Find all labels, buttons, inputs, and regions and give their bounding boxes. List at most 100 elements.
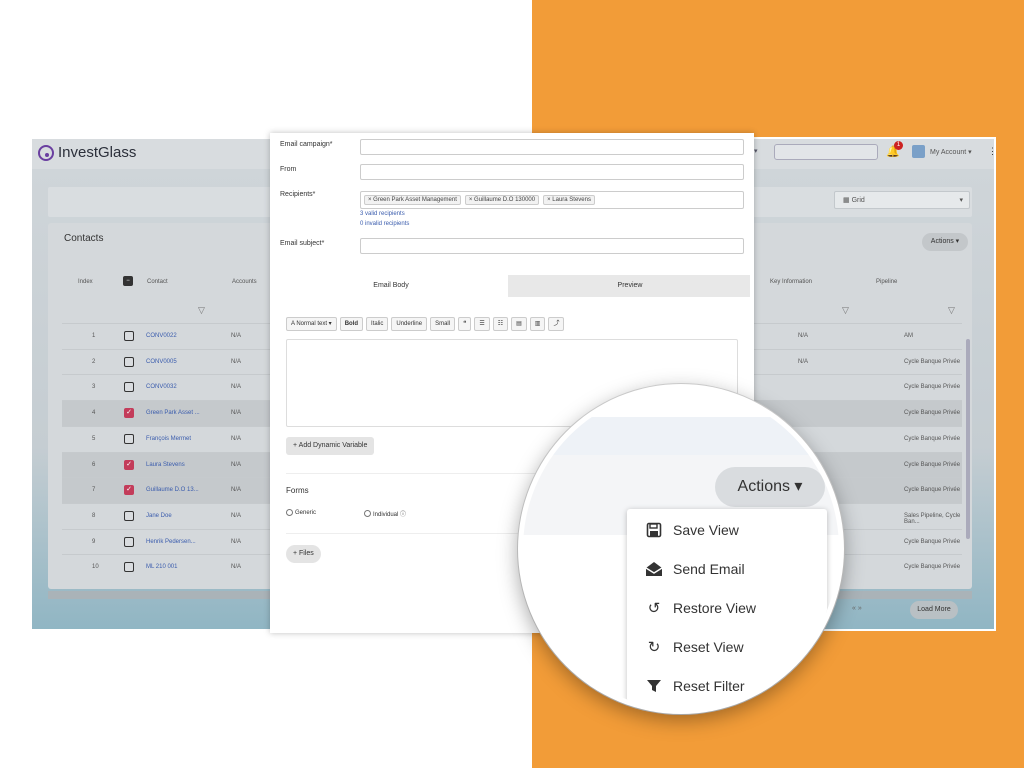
email-campaign-field[interactable] xyxy=(360,139,744,155)
account-cell: N/A xyxy=(231,435,242,442)
row-index: 6 xyxy=(92,461,96,468)
refresh-icon: ↻ xyxy=(647,639,661,656)
contact-name-link[interactable]: ML 210 001 xyxy=(146,564,177,570)
row-index: 5 xyxy=(92,435,96,442)
actions-button-magnified[interactable]: Actions ▾ xyxy=(715,467,825,507)
recipient-chip[interactable]: × Laura Stevens xyxy=(543,195,595,205)
contact-name-link[interactable]: Laura Stevens xyxy=(146,462,185,468)
filter-icon[interactable]: ▽ xyxy=(198,305,205,316)
tab-email-body[interactable]: Email Body xyxy=(274,275,508,297)
row-checkbox[interactable] xyxy=(124,331,134,341)
history-icon: ↺ xyxy=(647,600,661,617)
row-checkbox[interactable] xyxy=(124,510,134,521)
small-button[interactable]: Small xyxy=(430,317,456,331)
row-checkbox[interactable] xyxy=(124,356,134,367)
contact-name-link[interactable]: Jane Doe xyxy=(146,513,172,519)
editor-toolbar: A Normal text ▾ Bold Italic Underline Sm… xyxy=(286,317,565,331)
share-icon[interactable]: ⤴ xyxy=(548,317,565,331)
actions-button[interactable]: Actions ▾ xyxy=(922,233,968,251)
column-header-accounts[interactable]: Accounts xyxy=(232,279,257,285)
scrollbar[interactable] xyxy=(966,339,970,539)
actions-dropdown-menu: Save View Send Email ↺ Restore View ↻ Re… xyxy=(627,509,827,709)
menu-item-label: Reset View xyxy=(673,639,744,655)
row-index: 3 xyxy=(92,384,96,391)
row-checkbox[interactable]: ✓ xyxy=(124,485,134,496)
contact-name-link[interactable]: CONV0005 xyxy=(146,359,177,365)
contact-name-link[interactable]: Henrik Pedersen... xyxy=(146,539,196,545)
filter-icon[interactable]: ▽ xyxy=(948,305,955,316)
notification-badge: 1 xyxy=(894,141,903,150)
invalid-recipients-link[interactable]: 0 invalid recipients xyxy=(360,221,409,227)
row-checkbox[interactable] xyxy=(124,536,134,547)
filter-icon xyxy=(645,677,663,695)
menu-item-save-view[interactable]: Save View xyxy=(645,521,739,539)
row-checkbox[interactable]: ✓ xyxy=(124,408,134,419)
email-subject-field[interactable] xyxy=(360,238,744,254)
outdent-icon[interactable]: ▤ xyxy=(511,317,527,331)
my-account-menu[interactable]: My Account ▾ xyxy=(930,148,972,156)
logo[interactable]: InvestGlass xyxy=(38,144,136,161)
row-checkbox[interactable]: ✓ xyxy=(124,459,134,470)
bullet-list-icon[interactable]: ☰ xyxy=(474,317,490,331)
pipeline-cell: Cycle Banque Privée xyxy=(904,358,961,365)
menu-item-label: Save View xyxy=(673,522,739,538)
recipient-chip[interactable]: × Guillaume D.O 130000 xyxy=(464,195,540,205)
contact-name-link[interactable]: CONV0022 xyxy=(146,333,177,339)
row-index: 9 xyxy=(92,538,96,545)
valid-recipients-link[interactable]: 3 valid recipients xyxy=(360,211,405,217)
underline-button[interactable]: Underline xyxy=(391,317,428,331)
account-cell: N/A xyxy=(231,461,242,468)
account-cell: N/A xyxy=(231,358,242,365)
text-style-dropdown[interactable]: A Normal text ▾ xyxy=(286,317,337,331)
more-vertical-icon[interactable]: ⋮ xyxy=(988,146,994,157)
page-title: Contacts xyxy=(64,233,104,244)
italic-button[interactable]: Italic xyxy=(366,317,389,331)
grid-view-select[interactable]: ▦ Grid ▾ xyxy=(834,191,970,209)
tab-preview[interactable]: Preview xyxy=(510,275,750,297)
contact-name-link[interactable]: Green Park Asset ... xyxy=(146,410,200,416)
column-header-key-information[interactable]: Key Information xyxy=(770,279,812,285)
radio-individual[interactable]: Individual ⓘ xyxy=(364,509,406,518)
numbered-list-icon[interactable]: ☷ xyxy=(492,317,509,331)
account-cell: N/A xyxy=(231,538,242,545)
filter-icon[interactable]: ▽ xyxy=(842,305,849,316)
indent-icon[interactable]: ▥ xyxy=(529,317,546,331)
contact-name-link[interactable]: CONV0032 xyxy=(146,384,177,390)
quote-icon[interactable]: ❝ xyxy=(458,317,472,331)
contact-name-link[interactable]: François Mermet xyxy=(146,436,191,442)
recipient-chip[interactable]: × Green Park Asset Management xyxy=(364,195,461,205)
pipeline-cell: AM xyxy=(904,333,913,339)
from-field[interactable] xyxy=(360,164,744,180)
add-dynamic-variable-button[interactable]: + Add Dynamic Variable xyxy=(286,437,375,455)
contact-name-link[interactable]: Guillaume D.O 13... xyxy=(146,487,199,493)
email-subject-label: Email subject* xyxy=(280,240,325,247)
menu-item-reset-filter[interactable]: Reset Filter xyxy=(645,677,745,695)
row-checkbox[interactable] xyxy=(124,382,134,393)
row-index: 10 xyxy=(92,564,99,571)
radio-generic-label: Generic xyxy=(295,509,317,516)
row-checkbox[interactable] xyxy=(124,433,134,444)
menu-item-send-email[interactable]: Send Email xyxy=(645,560,745,578)
avatar[interactable] xyxy=(912,145,925,158)
search-input[interactable] xyxy=(774,144,878,160)
bold-button[interactable]: Bold xyxy=(339,317,364,331)
select-all-checkbox[interactable]: − xyxy=(123,276,133,286)
add-files-button[interactable]: + Files xyxy=(286,545,321,563)
load-more-button[interactable]: Load More xyxy=(910,601,958,619)
recipients-field[interactable]: × Green Park Asset Management × Guillaum… xyxy=(360,191,744,209)
radio-circle xyxy=(364,510,371,517)
column-header-index[interactable]: Index xyxy=(78,279,93,285)
account-cell: N/A xyxy=(231,410,242,417)
row-index: 8 xyxy=(92,512,96,519)
radio-generic[interactable]: Generic xyxy=(286,509,316,516)
row-checkbox[interactable] xyxy=(124,562,134,573)
menu-item-restore-view[interactable]: ↺ Restore View xyxy=(645,599,756,617)
radio-circle xyxy=(286,509,293,516)
column-header-pipeline[interactable]: Pipeline xyxy=(876,279,897,285)
pagination[interactable]: « » xyxy=(852,605,862,612)
chevron-down-icon[interactable]: ▾ xyxy=(754,147,758,155)
menu-item-reset-view[interactable]: ↻ Reset View xyxy=(645,638,744,656)
account-cell: N/A xyxy=(231,512,242,519)
column-header-contact[interactable]: Contact xyxy=(147,279,168,285)
logo-icon xyxy=(38,144,54,161)
